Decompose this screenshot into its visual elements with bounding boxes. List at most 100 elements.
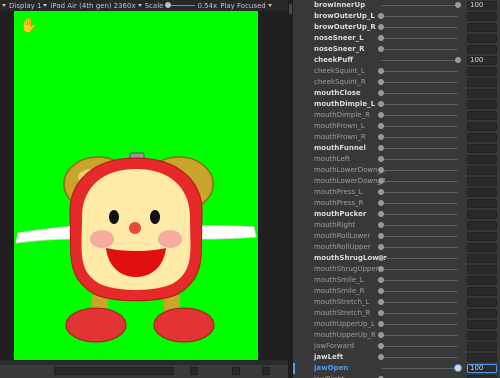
scale-slider-handle[interactable] [165, 2, 172, 8]
blendshape-slider-handle[interactable] [378, 277, 384, 283]
bottom-button[interactable] [262, 367, 270, 375]
blendshape-slider[interactable] [381, 126, 458, 127]
blendshape-value-field[interactable] [467, 177, 497, 186]
blendshape-value-field[interactable] [467, 67, 497, 76]
blendshape-value-field[interactable] [467, 353, 497, 362]
blendshape-slider-handle[interactable] [378, 354, 384, 360]
blendshape-slider-handle[interactable] [455, 365, 461, 371]
blendshape-slider[interactable] [381, 280, 458, 281]
blendshape-slider[interactable] [381, 27, 458, 28]
blendshape-value-field[interactable] [467, 45, 497, 54]
blendshape-slider-handle[interactable] [378, 145, 384, 151]
blendshape-value-field[interactable] [467, 78, 497, 87]
toolbar-menu-caret-icon[interactable] [2, 4, 6, 7]
blendshape-value-field[interactable] [467, 34, 497, 43]
blendshape-value-field[interactable] [467, 265, 497, 274]
blendshape-value-field[interactable] [467, 287, 497, 296]
blendshape-slider[interactable] [381, 16, 458, 17]
blendshape-value-field[interactable] [467, 298, 497, 307]
blendshape-slider[interactable] [381, 324, 458, 325]
bottom-button[interactable] [232, 367, 240, 375]
blendshape-slider[interactable] [381, 203, 458, 204]
blendshape-value-field[interactable] [467, 243, 497, 252]
blendshape-value-field[interactable] [467, 232, 497, 241]
blendshape-slider-handle[interactable] [378, 343, 384, 349]
blendshape-slider-handle[interactable] [378, 233, 384, 239]
blendshape-slider-handle[interactable] [378, 90, 384, 96]
blendshape-slider-handle[interactable] [455, 2, 461, 8]
blendshape-slider-handle[interactable] [378, 310, 384, 316]
blendshape-slider-handle[interactable] [378, 255, 384, 261]
blendshape-slider-handle[interactable] [378, 266, 384, 272]
blendshape-slider[interactable] [381, 313, 458, 314]
blendshape-slider[interactable] [381, 148, 458, 149]
blendshape-slider-handle[interactable] [378, 299, 384, 305]
blendshape-slider[interactable] [381, 93, 458, 94]
bottom-field[interactable] [54, 367, 174, 375]
blendshape-value-field[interactable] [467, 331, 497, 340]
blendshape-slider-handle[interactable] [378, 112, 384, 118]
blendshape-value-field[interactable] [467, 342, 497, 351]
blendshape-value-field[interactable] [467, 166, 497, 175]
blendshape-value-field[interactable] [467, 122, 497, 131]
blendshape-slider[interactable] [381, 170, 458, 171]
blendshape-slider-handle[interactable] [378, 101, 384, 107]
blendshape-slider[interactable] [381, 368, 458, 369]
blendshape-slider-handle[interactable] [378, 134, 384, 140]
blendshape-slider[interactable] [381, 269, 458, 270]
blendshape-slider[interactable] [381, 291, 458, 292]
blendshape-slider-handle[interactable] [378, 13, 384, 19]
blendshape-slider-handle[interactable] [378, 79, 384, 85]
play-mode-dropdown[interactable]: Play Focused [220, 2, 272, 10]
blendshape-value-field[interactable] [467, 210, 497, 219]
blendshape-slider[interactable] [381, 302, 458, 303]
blendshape-value-field[interactable] [467, 12, 497, 21]
blendshape-value-field[interactable] [467, 89, 497, 98]
blendshape-slider[interactable] [381, 5, 458, 6]
blendshape-value-field[interactable] [467, 309, 497, 318]
blendshape-slider-handle[interactable] [378, 24, 384, 30]
blendshape-slider[interactable] [381, 258, 458, 259]
bottom-button[interactable] [190, 367, 198, 375]
scale-slider[interactable] [165, 2, 196, 8]
blendshape-slider[interactable] [381, 159, 458, 160]
blendshape-value-field[interactable]: 100 [467, 364, 497, 373]
blendshape-slider-handle[interactable] [378, 156, 384, 162]
game-view[interactable]: ✋ [14, 11, 258, 360]
blendshape-value-field[interactable] [467, 276, 497, 285]
blendshape-slider[interactable] [381, 71, 458, 72]
blendshape-slider[interactable] [381, 214, 458, 215]
blendshape-slider[interactable] [381, 60, 458, 61]
scrollbar-thumb[interactable] [289, 4, 292, 14]
blendshape-slider[interactable] [381, 346, 458, 347]
blendshape-slider-handle[interactable] [455, 57, 461, 63]
blendshape-slider-handle[interactable] [378, 178, 384, 184]
blendshape-slider-handle[interactable] [378, 222, 384, 228]
blendshape-value-field[interactable]: 100 [467, 56, 497, 65]
blendshape-slider[interactable] [381, 247, 458, 248]
device-dropdown[interactable]: iPad Air (4th gen) 2360x [50, 2, 142, 10]
blendshape-slider-handle[interactable] [378, 211, 384, 217]
blendshape-value-field[interactable] [467, 144, 497, 153]
blendshape-slider[interactable] [381, 115, 458, 116]
blendshape-value-field[interactable] [467, 111, 497, 120]
blendshape-value-field[interactable] [467, 155, 497, 164]
blendshape-value-field[interactable] [467, 221, 497, 230]
blendshape-slider[interactable] [381, 137, 458, 138]
blendshape-value-field[interactable] [467, 133, 497, 142]
blendshape-value-field[interactable] [467, 188, 497, 197]
blendshape-value-field[interactable] [467, 100, 497, 109]
blendshape-slider[interactable] [381, 335, 458, 336]
blendshape-slider[interactable] [381, 225, 458, 226]
blendshape-slider-handle[interactable] [378, 167, 384, 173]
blendshape-slider-handle[interactable] [378, 189, 384, 195]
display-dropdown[interactable]: Display 1 [9, 2, 48, 10]
blendshape-slider-handle[interactable] [378, 244, 384, 250]
blendshape-value-field[interactable] [467, 320, 497, 329]
blendshape-slider-handle[interactable] [378, 123, 384, 129]
blendshape-slider-handle[interactable] [378, 321, 384, 327]
blendshape-slider[interactable] [381, 357, 458, 358]
blendshape-slider-handle[interactable] [378, 35, 384, 41]
blendshape-value-field[interactable]: 100 [467, 1, 497, 10]
blendshape-slider-handle[interactable] [378, 288, 384, 294]
